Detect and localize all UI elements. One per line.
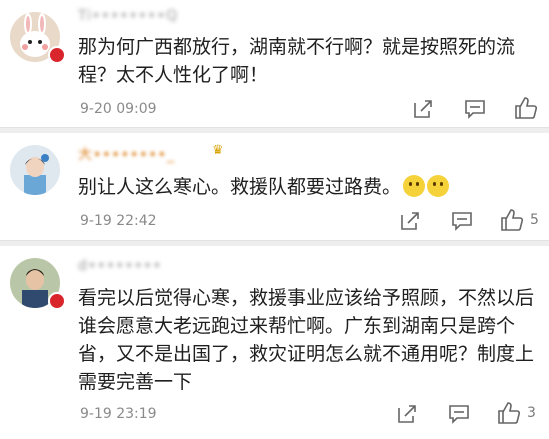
comment-icon — [465, 100, 485, 119]
timestamp: 9-19 23:19 — [80, 406, 157, 422]
comment-icon — [449, 405, 469, 424]
comment-icon — [452, 212, 472, 231]
verified-badge-icon — [48, 292, 66, 310]
comment-item: 大••••••••_ ♛ 别让人这么寒心。救援队都要过路费。 9-19 22:4… — [0, 133, 549, 240]
username[interactable]: Ti••••••••Q — [78, 8, 178, 24]
share-icon — [401, 212, 419, 230]
username[interactable]: d•••••••• — [78, 258, 162, 274]
username[interactable]: 大••••••••_ — [78, 144, 175, 164]
comment-button[interactable] — [464, 98, 486, 120]
comment-text: 那为何广西都放行，湖南就不行啊？就是按照死的流程？太不人性化了啊！ — [78, 36, 516, 86]
comment-text: 看完以后觉得心寒，救援事业应该给予照顾，不然以后谁会愿意大老远跑过来帮忙啊。广东… — [78, 287, 535, 393]
smile-emoji-icon — [427, 175, 450, 197]
comment-item: d•••••••• 看完以后觉得心寒，救援事业应该给予照顾，不然以后谁会愿意大老… — [0, 246, 549, 439]
timestamp: 9-20 09:09 — [80, 101, 157, 117]
comment-text-content: 别让人这么寒心。救援队都要过路费。 — [78, 176, 402, 198]
thumbs-up-icon — [501, 209, 524, 231]
comment-button[interactable] — [448, 403, 470, 425]
comment-text: 别让人这么寒心。救援队都要过路费。 — [78, 173, 533, 201]
thumbs-up-icon — [498, 402, 521, 424]
verified-badge-icon — [48, 46, 66, 64]
like-count: 5 — [530, 212, 539, 228]
smile-emoji-icon — [403, 175, 426, 197]
like-count: 3 — [527, 405, 536, 421]
share-button[interactable] — [412, 98, 434, 120]
like-button[interactable] — [514, 97, 544, 119]
share-button[interactable] — [396, 403, 418, 425]
comment-item: Ti••••••••Q 那为何广西都放行，湖南就不行啊？就是按照死的流程？太不人… — [0, 0, 549, 126]
thumbs-up-icon — [515, 97, 538, 119]
comment-button[interactable] — [451, 210, 473, 232]
timestamp: 9-19 22:42 — [80, 213, 157, 229]
like-button[interactable]: 3 — [497, 402, 536, 424]
like-button[interactable]: 5 — [500, 209, 539, 231]
crown-badge-icon: ♛ — [212, 143, 224, 158]
share-icon — [414, 100, 432, 118]
share-button[interactable] — [399, 210, 421, 232]
share-icon — [398, 405, 416, 423]
avatar[interactable] — [10, 145, 60, 195]
